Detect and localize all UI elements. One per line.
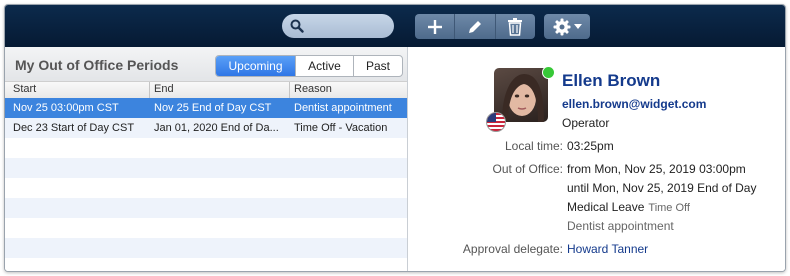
plus-icon: [427, 19, 442, 34]
column-divider: [289, 82, 290, 98]
panel-title: My Out of Office Periods: [15, 57, 179, 73]
out-of-office-label: Out of Office:: [492, 162, 563, 176]
user-role: Operator: [562, 116, 610, 130]
pencil-icon: [468, 20, 481, 33]
online-status-indicator: [542, 66, 555, 79]
chevron-down-icon: [573, 23, 582, 29]
user-name: Ellen Brown: [562, 71, 661, 90]
out-of-office-note: Dentist appointment: [567, 219, 674, 233]
empty-row: [5, 198, 407, 218]
empty-row: [5, 238, 407, 258]
trash-icon: [508, 17, 523, 36]
user-detail-panel: Ellen Brown ellen.brown@widget.com Opera…: [408, 47, 785, 271]
table-body: Nov 25 03:00pm CST Nov 25 End of Day CST…: [5, 98, 407, 258]
period-filter: Upcoming Active Past: [215, 55, 403, 77]
out-of-office-until: until Mon, Nov 25, 2019 End of Day: [567, 181, 757, 195]
cell-end: Jan 01, 2020 End of Da...: [154, 122, 279, 134]
delete-button[interactable]: [496, 14, 535, 39]
toolbar: [5, 5, 785, 47]
cell-start: Nov 25 03:00pm CST: [13, 102, 119, 114]
approval-delegate-link[interactable]: Howard Tanner: [567, 242, 648, 256]
out-of-office-list-panel: My Out of Office Periods Upcoming Active…: [5, 47, 408, 271]
cell-start: Dec 23 Start of Day CST: [13, 122, 135, 134]
column-divider: [149, 82, 150, 98]
gear-icon: [553, 18, 570, 35]
search-icon: [290, 19, 304, 33]
cell-reason: Dentist appointment: [294, 102, 392, 114]
empty-row: [5, 218, 407, 238]
empty-row: [5, 158, 407, 178]
approval-delegate-label: Approval delegate:: [462, 242, 563, 256]
cell-reason: Time Off - Vacation: [294, 122, 388, 134]
column-header-end[interactable]: End: [154, 83, 174, 95]
out-of-office-reason: Medical Leave Time Off: [567, 200, 690, 214]
user-email-link[interactable]: ellen.brown@widget.com: [562, 97, 706, 111]
cell-end: Nov 25 End of Day CST: [154, 102, 272, 114]
table-row[interactable]: Nov 25 03:00pm CST Nov 25 End of Day CST…: [5, 98, 407, 118]
action-buttons: [415, 14, 535, 39]
table-header: Start End Reason: [5, 81, 407, 99]
app-window: My Out of Office Periods Upcoming Active…: [4, 4, 786, 272]
local-time-label: Local time:: [504, 139, 563, 153]
settings-menu-button[interactable]: [544, 14, 590, 39]
list-header: My Out of Office Periods Upcoming Active…: [5, 47, 407, 81]
table-row[interactable]: Dec 23 Start of Day CST Jan 01, 2020 End…: [5, 118, 407, 138]
filter-active[interactable]: Active: [296, 56, 354, 76]
column-header-reason[interactable]: Reason: [294, 83, 332, 95]
out-of-office-from: from Mon, Nov 25, 2019 03:00pm: [567, 162, 746, 176]
filter-past[interactable]: Past: [354, 56, 402, 76]
empty-row: [5, 138, 407, 158]
us-flag-icon: [486, 112, 506, 132]
reason-type: Time Off: [648, 202, 690, 214]
add-button[interactable]: [415, 14, 456, 39]
column-header-start[interactable]: Start: [13, 83, 36, 95]
reason-text: Medical Leave: [567, 200, 645, 214]
empty-row: [5, 178, 407, 198]
filter-upcoming[interactable]: Upcoming: [216, 56, 296, 76]
edit-button[interactable]: [455, 14, 496, 39]
local-time-value: 03:25pm: [567, 139, 614, 153]
search-field[interactable]: [282, 14, 394, 38]
